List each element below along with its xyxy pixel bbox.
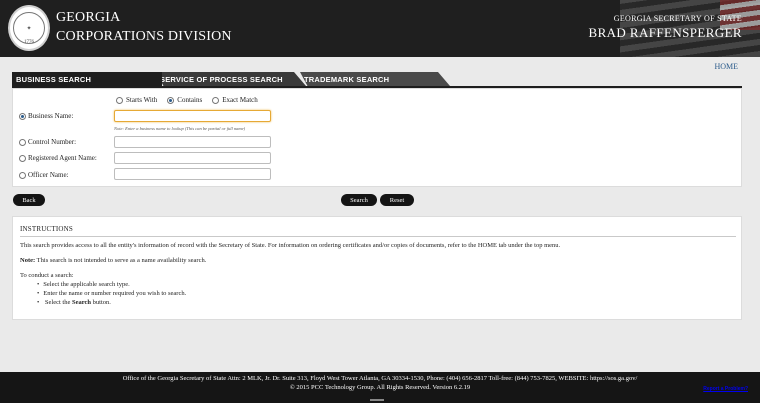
note-text: This search is not intended to serve as … bbox=[35, 257, 207, 264]
footer-copyright: © 2015 PCC Technology Group. All Rights … bbox=[289, 384, 471, 391]
registered-agent-radio[interactable] bbox=[19, 154, 26, 162]
match-option-contains[interactable]: Contains bbox=[167, 96, 202, 104]
match-option-exact-match[interactable]: Exact Match bbox=[212, 96, 258, 104]
control-number-radio[interactable] bbox=[19, 138, 26, 146]
starts-with-radio[interactable] bbox=[116, 96, 123, 104]
seal-year: 1776 bbox=[24, 40, 34, 45]
control-number-label: Control Number: bbox=[28, 138, 77, 146]
exact-match-radio[interactable] bbox=[212, 96, 220, 104]
step-item: Select the applicable search type. bbox=[43, 280, 186, 289]
resize-handle[interactable] bbox=[370, 399, 384, 401]
step3-suffix: button. bbox=[91, 299, 111, 306]
match-type-options: Starts With Contains Exact Match bbox=[116, 96, 258, 104]
officer-name-input[interactable] bbox=[114, 168, 271, 180]
registered-agent-row[interactable]: Registered Agent Name: bbox=[19, 154, 97, 162]
instructions-title: INSTRUCTIONS bbox=[20, 225, 73, 233]
search-tabs: TRADEMARK SEARCH SERVICE OF PROCESS SEAR… bbox=[12, 72, 742, 88]
officer-name-radio[interactable] bbox=[19, 171, 26, 179]
exact-match-label: Exact Match bbox=[222, 96, 258, 104]
brand-title-line1: GEORGIA bbox=[56, 10, 121, 25]
instructions-panel: INSTRUCTIONS This search provides access… bbox=[12, 216, 742, 320]
site-footer: Office of the Georgia Secretary of State… bbox=[0, 372, 760, 403]
step-item: Enter the name or number required you wi… bbox=[43, 289, 186, 298]
business-name-label: Business Name: bbox=[28, 112, 74, 120]
instructions-divider bbox=[20, 236, 736, 237]
search-button[interactable]: Search bbox=[341, 194, 377, 206]
site-header: ✦ 1776 GEORGIA CORPORATIONS DIVISION GEO… bbox=[0, 0, 760, 57]
match-option-starts-with[interactable]: Starts With bbox=[116, 96, 157, 104]
steps-list: Select the applicable search type. Enter… bbox=[43, 280, 186, 307]
office-title: GEORGIA SECRETARY OF STATE bbox=[613, 14, 742, 23]
contains-label: Contains bbox=[177, 96, 203, 104]
control-number-input[interactable] bbox=[114, 136, 271, 148]
back-button[interactable]: Back bbox=[13, 194, 45, 206]
starts-with-label: Starts With bbox=[126, 96, 158, 104]
registered-agent-input[interactable] bbox=[114, 152, 271, 164]
business-name-input[interactable] bbox=[114, 110, 271, 122]
note-label: Note: bbox=[20, 257, 36, 264]
secretary-name: BRAD RAFFENSPERGER bbox=[588, 25, 742, 40]
contains-radio[interactable] bbox=[167, 96, 175, 104]
officer-name-row[interactable]: Officer Name: bbox=[19, 171, 69, 179]
steps-intro: To conduct a search: bbox=[20, 272, 74, 279]
tab-service-of-process-search[interactable]: SERVICE OF PROCESS SEARCH bbox=[156, 72, 306, 86]
step3-bold: Search bbox=[71, 299, 92, 306]
officer-name-label: Officer Name: bbox=[28, 171, 69, 179]
tab-trademark-search[interactable]: TRADEMARK SEARCH bbox=[300, 72, 450, 86]
registered-agent-label: Registered Agent Name: bbox=[28, 154, 97, 162]
step3-prefix: Select the bbox=[44, 299, 72, 306]
step-item: Select the Search button. bbox=[43, 298, 186, 307]
instructions-note: Note: This search is not intended to ser… bbox=[20, 257, 206, 264]
tab-business-search[interactable]: BUSINESS SEARCH bbox=[12, 72, 162, 86]
report-problem-link[interactable]: Report a Problem? bbox=[703, 386, 748, 392]
brand-title-line2: CORPORATIONS DIVISION bbox=[56, 29, 232, 44]
home-link[interactable]: HOME bbox=[714, 62, 738, 71]
business-name-note: Note: Enter a business name to lookup (T… bbox=[114, 126, 246, 131]
business-name-radio[interactable] bbox=[19, 112, 26, 120]
search-form-panel: Starts With Contains Exact Match Busines… bbox=[12, 88, 742, 187]
control-number-row[interactable]: Control Number: bbox=[19, 138, 76, 146]
instructions-paragraph: This search provides access to all the e… bbox=[20, 242, 561, 249]
reset-button[interactable]: Reset bbox=[380, 194, 414, 206]
business-name-row[interactable]: Business Name: bbox=[19, 112, 73, 120]
state-seal-logo[interactable]: ✦ 1776 bbox=[8, 5, 50, 51]
footer-address: Office of the Georgia Secretary of State… bbox=[122, 375, 638, 382]
